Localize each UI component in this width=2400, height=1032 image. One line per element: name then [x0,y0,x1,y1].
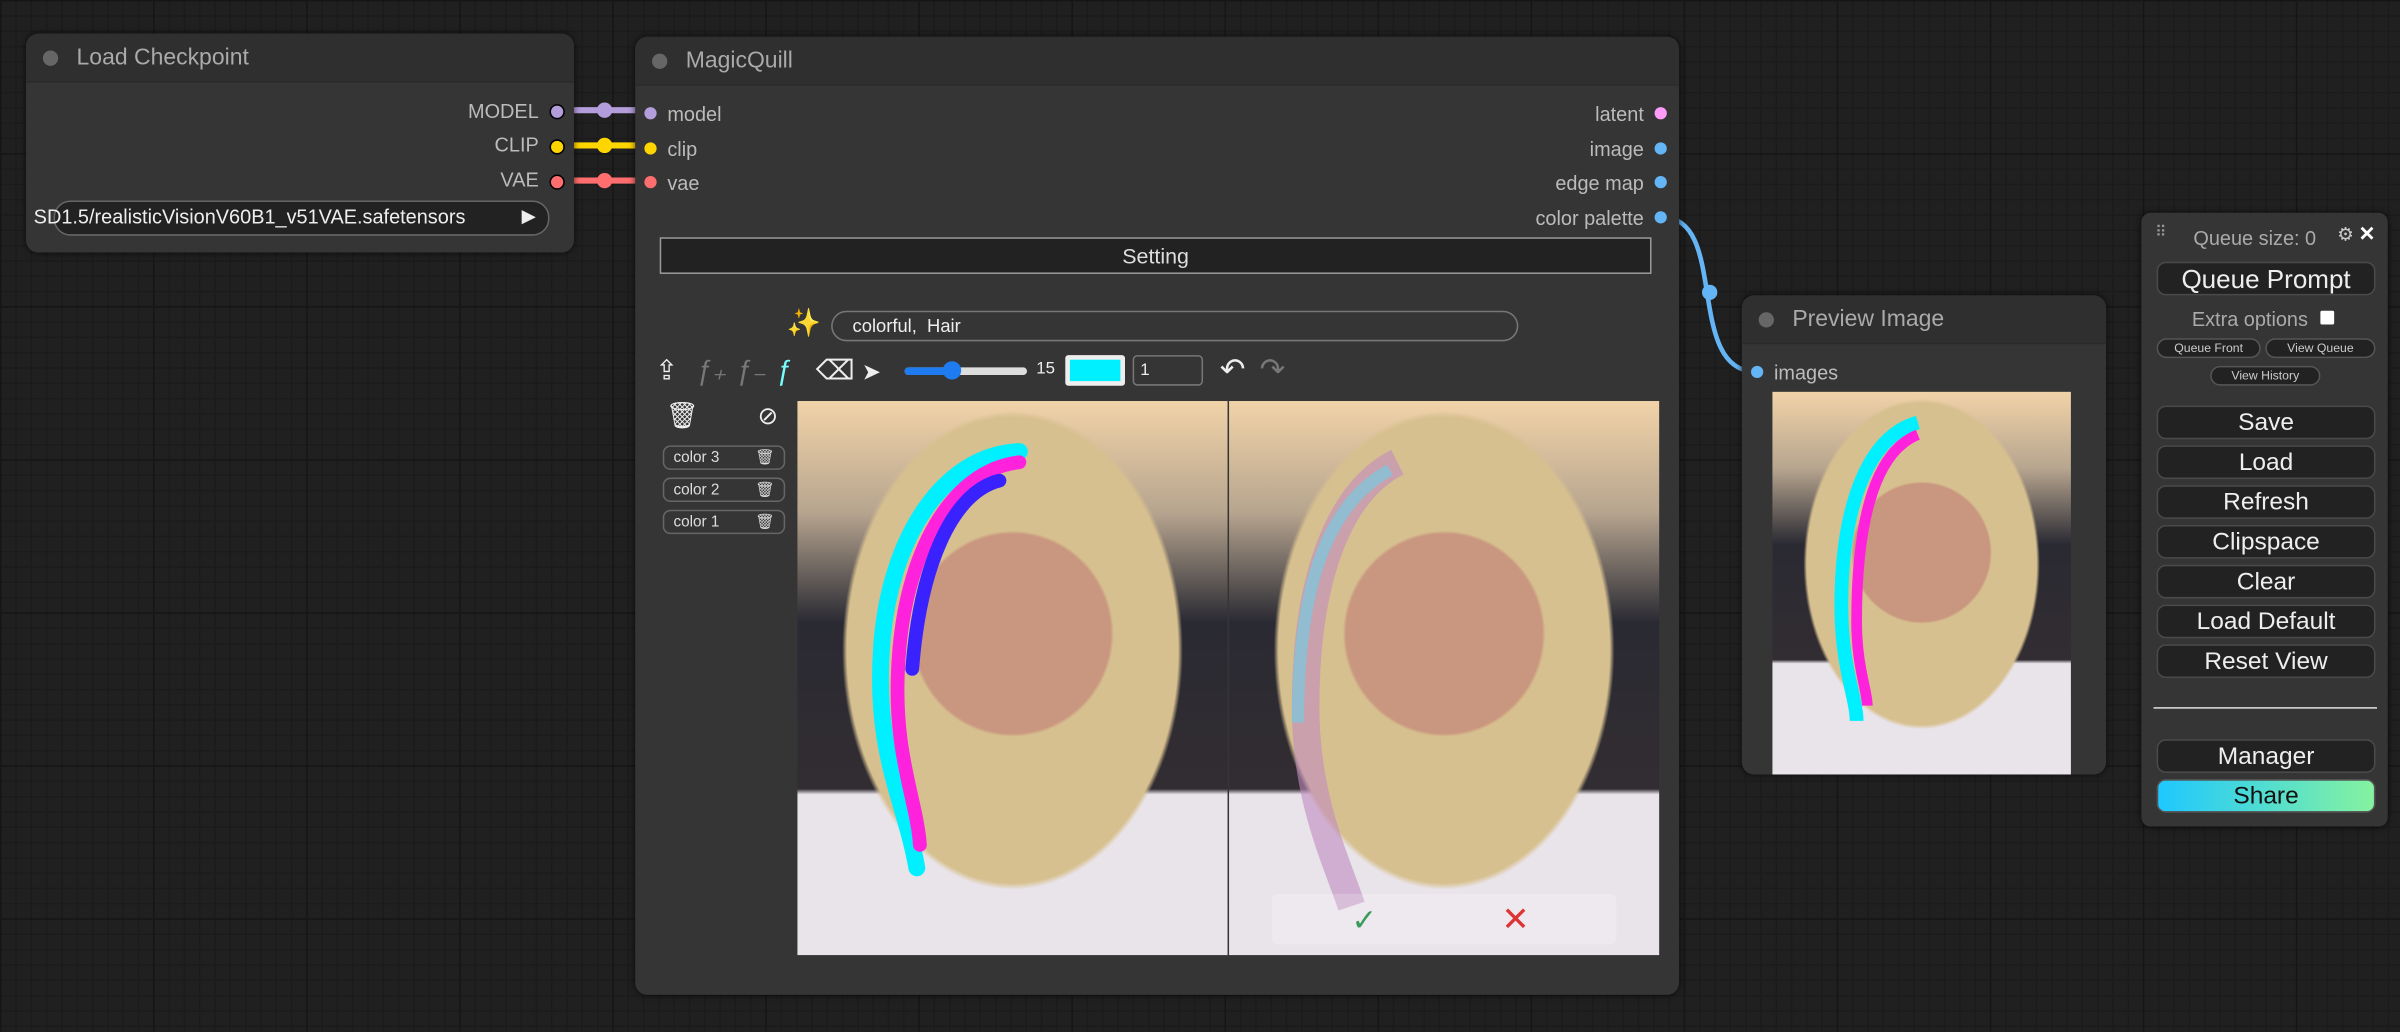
clear-button[interactable]: Clear [2156,564,2376,599]
link-palette-midpoint [1702,284,1718,300]
accept-check-icon[interactable]: ✓ [1352,902,1378,940]
extra-options-label: Extra options [2191,307,2308,331]
load-checkpoint-node[interactable]: Load Checkpoint MODEL CLIP VAE SD1.5/rea… [26,33,574,253]
input-vae-slot[interactable] [644,176,657,189]
view-history-button[interactable]: View History [2210,365,2321,386]
output-clip-label: CLIP [494,133,539,157]
prompt-input[interactable]: colorful, Hair [831,310,1519,342]
input-clip-label: clip [667,137,698,161]
next-arrow-icon[interactable]: ▶ [522,205,536,226]
share-button[interactable]: Share [2156,779,2376,813]
color-chip-3[interactable]: color 3 🗑 [662,445,786,470]
ckpt-name-combo[interactable]: SD1.5/realisticVisionV60B1_v51VAE.safete… [34,200,550,236]
output-vae-label: VAE [500,168,539,192]
input-model-slot[interactable] [644,107,657,120]
load-default-button[interactable]: Load Default [2156,604,2376,639]
delete-all-icon[interactable]: 🗑 [666,401,699,432]
link-model-midpoint [596,102,613,118]
manager-button[interactable]: Manager [2156,739,2376,773]
collapse-dot[interactable] [652,53,668,69]
upload-icon[interactable]: ⇪ [655,355,678,387]
clipspace-button[interactable]: Clipspace [2156,524,2376,559]
node-title: Load Checkpoint [26,33,574,83]
reset-view-button[interactable]: Reset View [2156,644,2376,679]
output-latent-label: latent [1595,102,1644,126]
trash-icon[interactable]: 🗑 [755,447,774,470]
input-images-slot[interactable] [1751,365,1764,379]
color-picker[interactable] [1065,355,1125,386]
input-clip-slot[interactable] [644,142,657,155]
chip-label: color 1 [673,514,720,532]
add-brush-icon[interactable]: ƒ₊ [696,355,726,387]
settings-gear-icon[interactable]: ⚙ [2337,223,2353,244]
chip-label: color 2 [673,482,720,499]
input-model-label: model [667,102,722,126]
queue-size: Queue size: 0 [2193,226,2317,250]
preview-image-node[interactable]: Preview Image images [1741,295,2107,775]
output-color-palette-slot[interactable] [1654,211,1667,224]
output-model-slot[interactable] [549,104,565,120]
collapse-dot[interactable] [1758,312,1774,328]
accept-reject-bar: ✓ ✕ [1271,893,1617,945]
node-title: MagicQuill [635,36,1680,86]
undo-icon[interactable]: ↶ [1220,351,1246,389]
result-preview: ✓ ✕ [1229,401,1660,956]
trash-icon[interactable]: 🗑 [755,479,774,502]
setting-button[interactable]: Setting [659,237,1652,274]
chip-label: color 3 [673,449,720,467]
input-images-label: images [1773,361,1839,385]
load-button[interactable]: Load [2156,445,2376,480]
brush-size-value: 15 [1036,359,1055,379]
node-title: Preview Image [1741,295,2107,345]
color-chip-1[interactable]: color 1 🗑 [662,509,786,535]
output-image-slot[interactable] [1654,142,1667,155]
trash-icon[interactable]: 🗑 [755,511,774,534]
extra-options-checkbox[interactable] [2320,310,2335,325]
queue-prompt-button[interactable]: Queue Prompt [2156,261,2376,296]
close-icon[interactable]: ✕ [2359,222,2376,246]
reject-x-icon[interactable]: ✕ [1502,900,1530,940]
brush-size-slider[interactable] [904,361,1028,380]
output-edge-map-slot[interactable] [1654,176,1667,189]
pointer-icon[interactable]: ➤ [862,358,881,386]
queue-menu [2141,212,2388,827]
magic-wand-icon[interactable]: ✨ [787,308,821,340]
canvas[interactable]: Load Checkpoint MODEL CLIP VAE SD1.5/rea… [0,0,2400,1032]
link-clip-midpoint [596,137,613,154]
output-vae-slot[interactable] [549,174,565,190]
color-chip-2[interactable]: color 2 🗑 [662,477,786,503]
subtract-brush-icon[interactable]: ƒ₋ [736,355,766,387]
output-clip-slot[interactable] [549,139,565,155]
brush-strokes [872,443,1028,877]
refresh-button[interactable]: Refresh [2156,485,2376,519]
redo-icon[interactable]: ↷ [1260,351,1286,389]
hide-icon[interactable]: ⊘ [758,401,779,432]
edit-canvas[interactable] [797,401,1228,956]
save-button[interactable]: Save [2156,405,2376,440]
output-image-label: image [1589,137,1644,161]
opacity-input[interactable]: 1 [1132,355,1204,386]
slider-thumb[interactable] [942,361,962,380]
collapse-dot[interactable] [42,50,59,66]
queue-front-button[interactable]: Queue Front [2156,338,2261,359]
output-edge-map-label: edge map [1555,171,1644,195]
eraser-icon[interactable]: ⌫ [816,355,855,387]
output-latent-slot[interactable] [1654,107,1667,120]
divider [2153,707,2378,709]
ckpt-name-value: SD1.5/realisticVisionV60B1_v51VAE.safete… [33,205,466,229]
view-queue-button[interactable]: View Queue [2265,338,2376,359]
color-brush-icon[interactable]: ƒ [776,355,791,387]
input-vae-label: vae [667,171,700,195]
link-vae-midpoint [596,172,613,189]
preview-image [1772,391,2071,775]
output-model-label: MODEL [468,99,539,123]
color-swatch [1069,359,1121,382]
drag-handle-icon[interactable]: ⠿ [2155,225,2166,242]
output-color-palette-label: color palette [1535,206,1644,230]
